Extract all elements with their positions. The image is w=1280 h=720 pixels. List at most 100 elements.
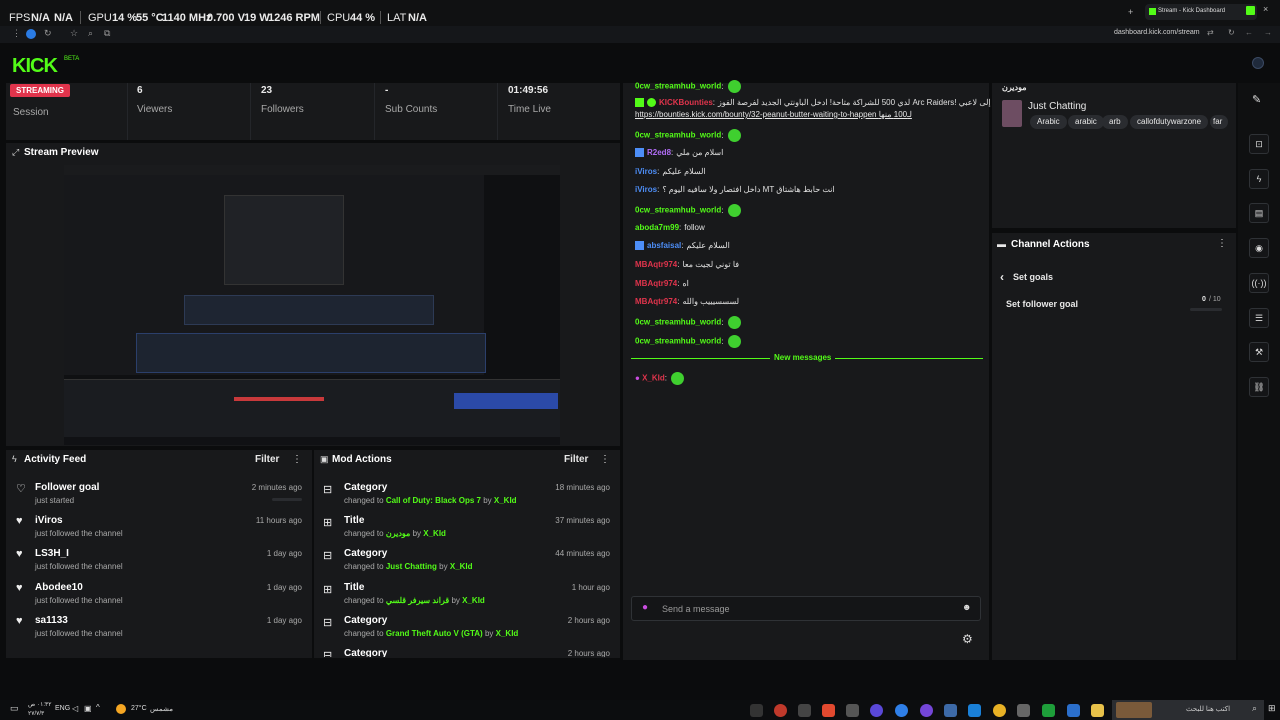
activity-item[interactable]: ♥ Abodee10 just followed the channel 1 day … [6, 579, 312, 609]
user-avatar[interactable] [1252, 57, 1264, 69]
new-tab-button[interactable]: + [1128, 7, 1133, 17]
forward-arrow-icon[interactable]: → [1264, 28, 1272, 37]
mod-action-item[interactable]: ⊞ Title changed to موديرن by X_KId 37 minut… [314, 512, 620, 542]
chat-username[interactable]: 0cw_streamhub_world [635, 82, 721, 91]
wrench-icon[interactable]: ⚒ [1249, 342, 1269, 362]
steam-icon[interactable] [944, 704, 957, 717]
chat-username[interactable]: MBAqtr974 [635, 279, 677, 288]
changed-value[interactable]: Call of Duty: Black Ops 7 [386, 496, 481, 505]
moderator-name[interactable]: X_KId [450, 562, 473, 571]
mic-icon[interactable]: ● [642, 602, 648, 613]
app-icon[interactable] [798, 704, 811, 717]
chat-username[interactable]: R2ed8 [647, 148, 671, 157]
language-indicator[interactable]: ENG [55, 705, 70, 712]
url-field[interactable]: dashboard.kick.com/stream [1114, 29, 1200, 36]
app-icon[interactable] [750, 704, 763, 717]
quick-actions-icon[interactable]: ϟ [1249, 169, 1269, 189]
obs-icon[interactable] [774, 704, 787, 717]
mod-action-item[interactable]: ⊟ Category changed to Grand Theft Auto V (… [314, 612, 620, 642]
display-icon[interactable]: ▭ [10, 703, 19, 714]
moderator-name[interactable]: X_KId [423, 529, 446, 538]
category-name[interactable]: Just Chatting [1028, 101, 1086, 112]
stream-preview-video[interactable] [64, 165, 560, 445]
windows-start-icon[interactable]: ⊞ [1268, 703, 1276, 714]
chat-username[interactable]: MBAqtr974 [635, 297, 677, 306]
app-icon[interactable] [1017, 704, 1030, 717]
activity-item[interactable]: ♥ iViros just followed the channel 11 hours… [6, 512, 312, 542]
menu-dots-icon[interactable]: ⋮ [12, 28, 21, 39]
back-arrow-icon[interactable]: ‹ [1000, 270, 1004, 284]
stream-tag[interactable]: callofdutywarzone [1130, 115, 1209, 129]
chat-username[interactable]: 0cw_streamhub_world [635, 337, 721, 346]
link-icon[interactable]: ⛓ [1249, 377, 1269, 397]
network-icon[interactable]: ▣ [84, 704, 92, 713]
moderator-name[interactable]: X_KId [496, 629, 519, 638]
changed-value[interactable]: Grand Theft Auto V (GTA) [386, 629, 483, 638]
more-options-icon[interactable]: ⋮ [292, 454, 302, 465]
chat-username[interactable]: 0cw_streamhub_world [635, 206, 721, 215]
expand-icon[interactable]: ⤢ [12, 147, 19, 158]
changed-value[interactable]: Just Chatting [386, 562, 437, 571]
layout-icon[interactable]: ☰ [1249, 308, 1269, 328]
mod-action-item[interactable]: ⊟ Category changed to Just Chatting by X_K… [314, 545, 620, 575]
set-follower-goal-button[interactable]: Set follower goal [1006, 299, 1078, 309]
extensions-icon[interactable]: ⧉ [104, 28, 110, 39]
kick-extension-icon[interactable] [1246, 6, 1255, 15]
activity-item[interactable]: ♥ LS3H_I just followed the channel 1 day ag… [6, 545, 312, 575]
changed-value[interactable]: موديرن [386, 529, 411, 538]
new-messages-label[interactable]: New messages [770, 353, 836, 362]
edit-icon[interactable]: ✎ [1252, 93, 1261, 106]
taskbar-search[interactable]: اكتب هنا للبحث ⌕ [1112, 700, 1264, 720]
xbox-icon[interactable] [1042, 704, 1055, 717]
activity-filter-button[interactable]: Filter [255, 454, 279, 465]
stream-tag[interactable]: far [1210, 115, 1228, 129]
chevron-up-icon[interactable]: ^ [96, 703, 100, 712]
activity-item[interactable]: ♡ Follower goal just started 2 minutes ago [6, 479, 312, 509]
browser-tab[interactable]: Stream - Kick Dashboard [1145, 4, 1257, 20]
app-icon[interactable] [920, 704, 933, 717]
profile-icon[interactable] [26, 29, 36, 39]
activity-item[interactable]: ♥ sa1133 just followed the channel 1 day ag… [6, 612, 312, 642]
chat-input[interactable]: ● Send a message ☻ [631, 596, 981, 621]
explorer-icon[interactable] [1091, 704, 1104, 717]
mod-action-item[interactable]: ⊟ Category 2 hours ago [314, 645, 620, 657]
refresh-icon[interactable]: ↻ [1228, 28, 1235, 37]
changed-value[interactable]: قراند سيرفر قلسي [386, 596, 449, 605]
mod-action-item[interactable]: ⊟ Category changed to Call of Duty: Black … [314, 479, 620, 509]
moderator-name[interactable]: X_KId [462, 596, 485, 605]
star-icon[interactable]: ☆ [70, 28, 78, 39]
chrome-icon[interactable] [993, 704, 1006, 717]
stream-tag[interactable]: arabic [1068, 115, 1104, 129]
emoji-icon[interactable]: ☻ [962, 602, 971, 612]
close-tab-icon[interactable]: × [1263, 4, 1268, 14]
stream-key-icon[interactable]: ⊡ [1249, 134, 1269, 154]
chat-username[interactable]: aboda7m99 [635, 223, 679, 232]
app-icon[interactable] [968, 704, 981, 717]
settings-toggle-icon[interactable]: ⇄ [1207, 28, 1214, 37]
mod-filter-button[interactable]: Filter [564, 454, 588, 465]
chat-username[interactable]: absfaisal [647, 241, 681, 250]
more-options-icon[interactable]: ⋮ [1217, 238, 1227, 249]
set-goals-label[interactable]: Set goals [1013, 272, 1053, 282]
back-arrow-icon[interactable]: ← [1245, 28, 1253, 37]
chat-text[interactable]: https://bounties.kick.com/bounty/32-pean… [635, 110, 912, 119]
stream-tag[interactable]: arb [1102, 115, 1128, 129]
chat-username[interactable]: iViros [635, 167, 657, 176]
notes-icon[interactable]: ▤ [1249, 203, 1269, 223]
kick-logo[interactable]: KICK [12, 55, 58, 78]
speaker-icon[interactable]: ◁ [72, 704, 78, 713]
chat-icon[interactable]: ◉ [1249, 238, 1269, 258]
app-icon[interactable] [895, 704, 908, 717]
stream-tag[interactable]: Arabic [1030, 115, 1067, 129]
mod-action-item[interactable]: ⊞ Title changed to قراند سيرفر قلسي by X_K… [314, 579, 620, 609]
broadcast-icon[interactable]: ((·)) [1249, 273, 1269, 293]
app-icon[interactable] [1067, 704, 1080, 717]
chat-username[interactable]: KICKBounties [659, 98, 713, 107]
chat-username[interactable]: iViros [635, 185, 657, 194]
app-icon[interactable] [846, 704, 859, 717]
chat-username[interactable]: 0cw_streamhub_world [635, 131, 721, 140]
moderator-name[interactable]: X_KId [494, 496, 517, 505]
brave-icon[interactable] [822, 704, 835, 717]
chat-settings-icon[interactable]: ⚙ [962, 632, 973, 646]
chat-username[interactable]: 0cw_streamhub_world [635, 318, 721, 327]
